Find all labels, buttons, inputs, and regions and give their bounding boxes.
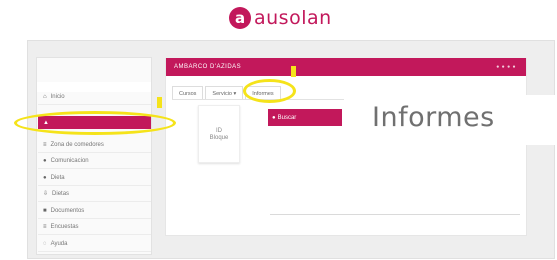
card-line-2: Bloque bbox=[209, 135, 229, 141]
arrow-marker-sidebar bbox=[157, 97, 162, 108]
sidebar-item-dieta[interactable]: ● Dieta bbox=[38, 170, 151, 186]
search-button-label: Buscar bbox=[277, 114, 297, 121]
highlight-ellipse-sidebar bbox=[14, 111, 176, 135]
tab-cursos[interactable]: Cursos bbox=[172, 86, 204, 100]
highlight-ellipse-tab bbox=[243, 79, 296, 103]
window-controls[interactable]: ● ● ● ● bbox=[496, 64, 516, 70]
search-icon: ● bbox=[272, 114, 276, 121]
callout-label: Informes bbox=[372, 102, 495, 133]
card-line-1: ID bbox=[216, 128, 222, 134]
list-icon: ≡ bbox=[43, 141, 47, 148]
sidebar-item-encuestas[interactable]: ≡ Encuestas bbox=[38, 219, 151, 235]
file-icon: ■ bbox=[43, 207, 47, 214]
sidebar-item-label: Documentos bbox=[50, 207, 85, 214]
pdf-icon: ⇩ bbox=[43, 191, 49, 197]
logo-mark: a bbox=[229, 7, 251, 29]
sidebar-item-comunicacion[interactable]: ● Comunicacion bbox=[38, 153, 151, 169]
search-button[interactable]: ● Buscar bbox=[268, 109, 342, 126]
sidebar-item-label: Ayuda bbox=[50, 240, 68, 247]
home-icon: ⌂ bbox=[43, 93, 47, 100]
sidebar-item-inicio[interactable]: ⌂ Inicio bbox=[38, 89, 151, 105]
sidebar-item-documentos[interactable]: ■ Documentos bbox=[38, 203, 151, 219]
menu-icon: ≡ bbox=[43, 223, 47, 230]
users-icon: ● bbox=[43, 157, 47, 164]
doc-icon: ● bbox=[43, 174, 47, 181]
help-icon: ◌ bbox=[43, 240, 47, 247]
sidebar-item-ayuda[interactable]: ◌ Ayuda bbox=[38, 236, 151, 252]
content-divider bbox=[270, 214, 520, 215]
ausolan-logo: a ausolan bbox=[229, 6, 332, 30]
sidebar-item-label: Dieta bbox=[50, 174, 65, 181]
sidebar-item-label: Zona de comedores bbox=[50, 141, 104, 148]
sidebar-item-zona-comedores[interactable]: ≡ Zona de comedores bbox=[38, 137, 151, 153]
info-card[interactable]: ID Bloque bbox=[198, 105, 240, 163]
logo-text: ausolan bbox=[254, 7, 332, 29]
panel-title: AMBARCO D'AZIDAS bbox=[174, 64, 242, 70]
sidebar-item-label: Encuestas bbox=[50, 223, 79, 230]
sidebar-item-label: Comunicacion bbox=[50, 157, 89, 164]
panel-titlebar: AMBARCO D'AZIDAS ● ● ● ● bbox=[166, 58, 526, 76]
sidebar-item-label: Dietas bbox=[52, 190, 70, 197]
sidebar-item-dietas[interactable]: ⇩ Dietas bbox=[38, 186, 151, 202]
sidebar-item-label: Inicio bbox=[50, 93, 65, 100]
tab-servicio[interactable]: Servicio ▾ bbox=[205, 86, 244, 100]
arrow-marker-tab bbox=[291, 66, 296, 77]
